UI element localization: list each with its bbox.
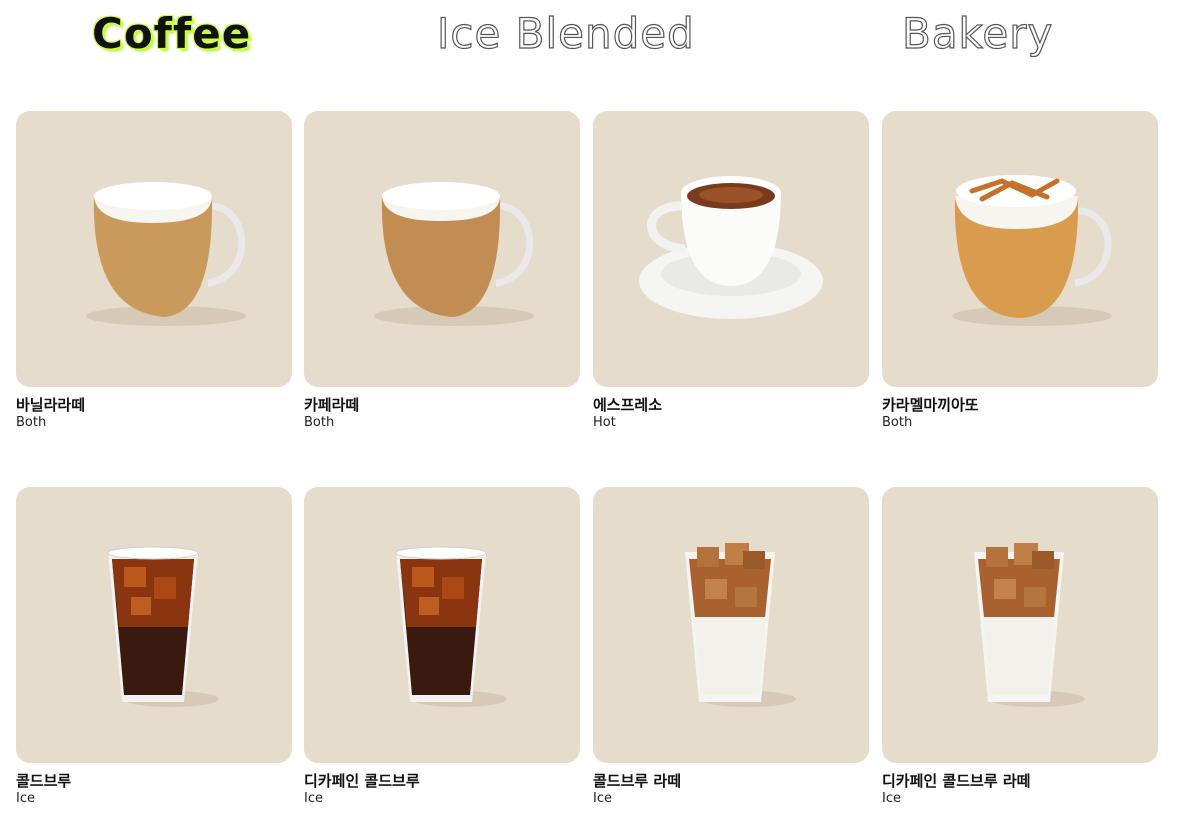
- product-temperature: Ice: [882, 791, 901, 806]
- category-tabs: Coffee Ice Blended Bakery: [0, 0, 1191, 70]
- product-name: 카페라떼: [304, 396, 360, 414]
- product-temperature: Ice: [304, 791, 323, 806]
- product-temperature: Hot: [593, 415, 616, 430]
- product-temperature: Ice: [16, 791, 35, 806]
- product-name: 에스프레소: [593, 396, 663, 414]
- product-image[interactable]: [882, 487, 1158, 763]
- product-card[interactable]: 콜드브루 라떼 Ice: [593, 487, 869, 806]
- product-card[interactable]: 카페라떼 Both: [304, 111, 580, 430]
- espresso-cup-icon: [639, 176, 823, 319]
- tab-coffee[interactable]: Coffee: [92, 4, 251, 64]
- product-name: 디카페인 콜드브루 라떼: [882, 772, 1031, 790]
- tab-ice-blended[interactable]: Ice Blended: [436, 4, 695, 64]
- latte-mug-icon: [374, 182, 534, 326]
- product-temperature: Both: [882, 415, 913, 430]
- product-temperature: Both: [304, 415, 335, 430]
- product-name: 바닐라라떼: [16, 396, 86, 414]
- product-image[interactable]: [882, 111, 1158, 387]
- product-card[interactable]: 콜드브루 Ice: [16, 487, 292, 806]
- product-temperature: Ice: [593, 791, 612, 806]
- product-card[interactable]: 카라멜마끼아또 Both: [882, 111, 1158, 430]
- product-image[interactable]: [304, 111, 580, 387]
- product-name: 카라멜마끼아또: [882, 396, 979, 414]
- product-image[interactable]: [16, 111, 292, 387]
- product-card[interactable]: 디카페인 콜드브루 Ice: [304, 487, 580, 806]
- product-image[interactable]: [304, 487, 580, 763]
- product-image[interactable]: [593, 111, 869, 387]
- iced-cold-brew-latte-glass-icon: [685, 543, 796, 707]
- iced-cold-brew-latte-glass-icon: [974, 543, 1085, 707]
- product-card[interactable]: 바닐라라떼 Both: [16, 111, 292, 430]
- product-name: 콜드브루: [16, 772, 72, 790]
- iced-cold-brew-glass-icon: [395, 546, 507, 707]
- product-image[interactable]: [593, 487, 869, 763]
- product-image[interactable]: [16, 487, 292, 763]
- product-name: 디카페인 콜드브루: [304, 772, 420, 790]
- product-card[interactable]: 디카페인 콜드브루 라떼 Ice: [882, 487, 1158, 806]
- product-name: 콜드브루 라떼: [593, 772, 682, 790]
- caramel-macchiato-mug-icon: [952, 175, 1112, 326]
- latte-mug-icon: [86, 182, 246, 326]
- product-temperature: Both: [16, 415, 47, 430]
- iced-cold-brew-glass-icon: [107, 546, 219, 707]
- product-card[interactable]: 에스프레소 Hot: [593, 111, 869, 430]
- tab-bakery[interactable]: Bakery: [901, 4, 1053, 64]
